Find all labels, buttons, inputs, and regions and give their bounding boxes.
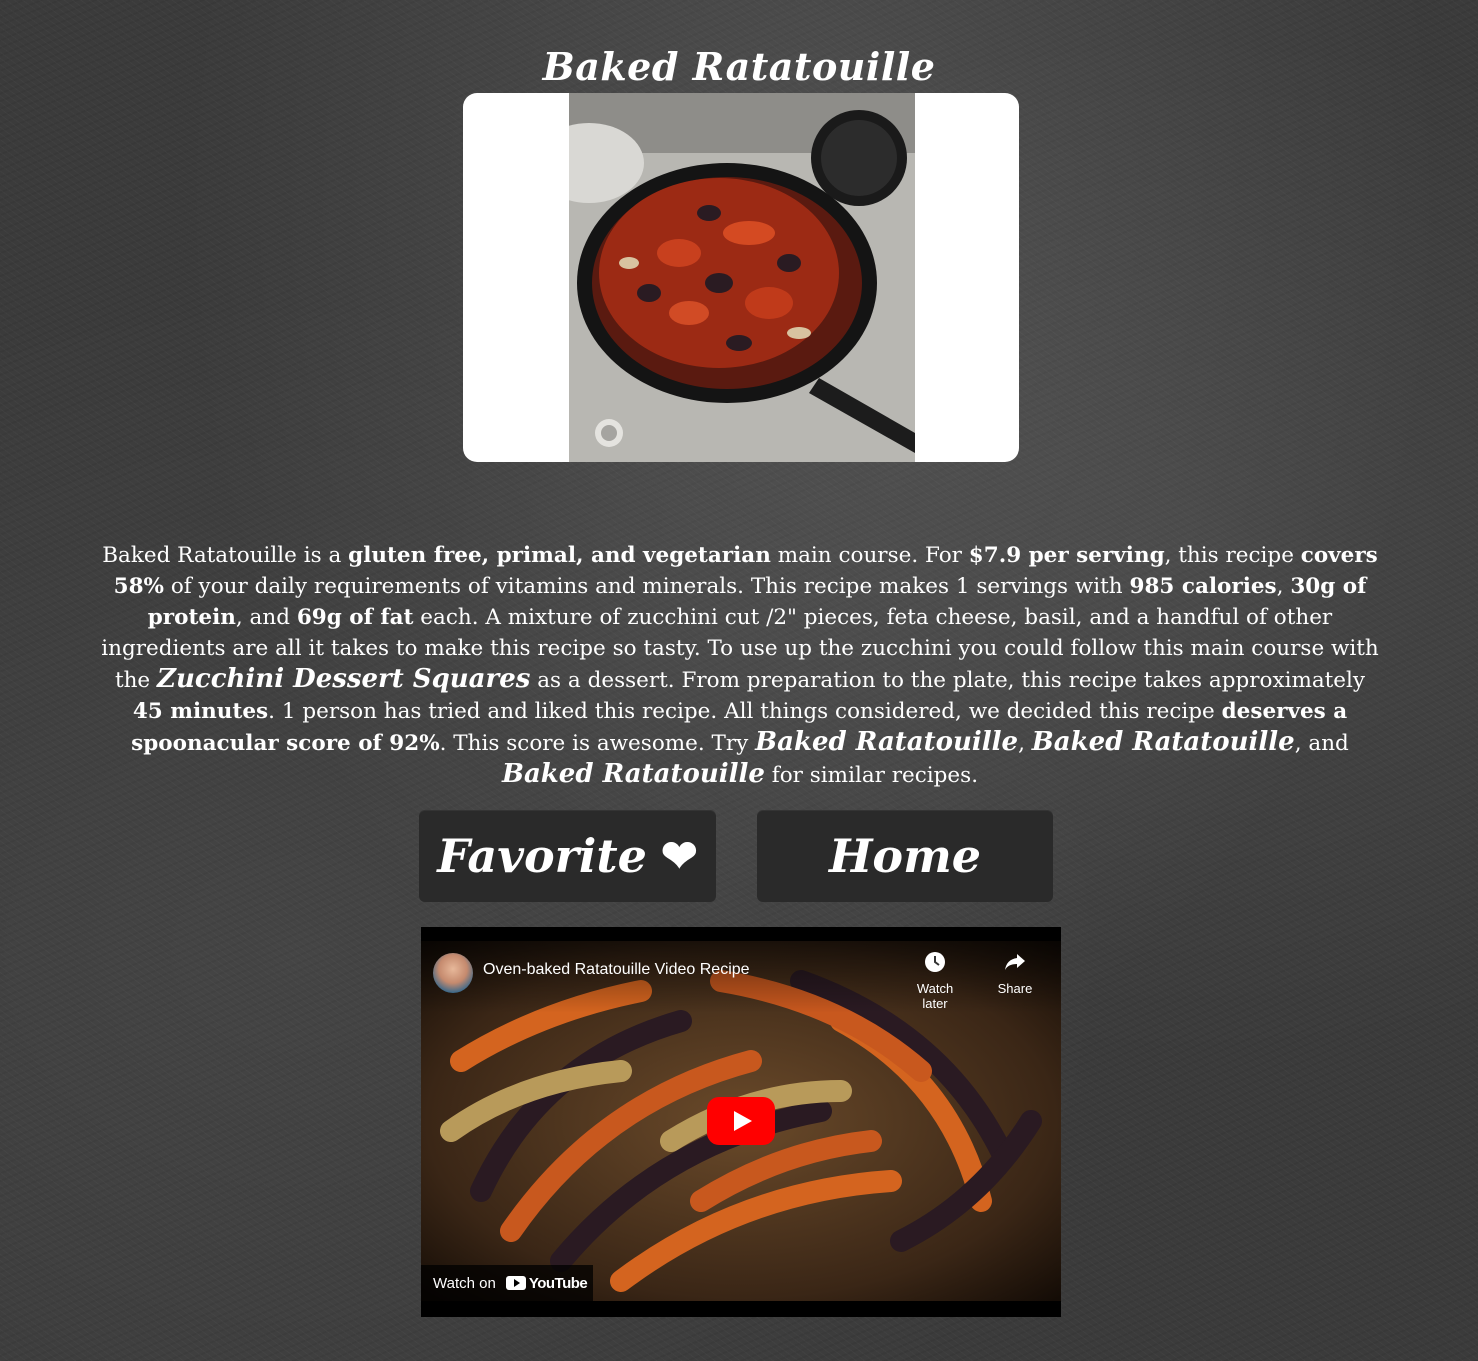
heart-icon: ❤: [660, 830, 698, 882]
summary-text: Baked Ratatouille is a: [102, 543, 349, 568]
youtube-logo: YouTube: [505, 1274, 588, 1292]
youtube-wordmark: YouTube: [528, 1274, 588, 1292]
similar-recipe-link-1[interactable]: Baked Ratatouille: [755, 727, 1018, 757]
summary-text: , and: [1294, 731, 1349, 756]
summary-fat: 69g of fat: [296, 605, 414, 630]
watch-later-button[interactable]: Watch later: [905, 949, 965, 1011]
watch-later-label: Watch later: [916, 981, 954, 1011]
video-embed[interactable]: Oven-baked Ratatouille Video Recipe Watc…: [421, 927, 1061, 1317]
summary-calories: 985 calories: [1129, 574, 1277, 599]
youtube-play-icon: [505, 1276, 526, 1290]
summary-price: $7.9 per serving: [968, 543, 1165, 568]
watch-on-youtube-link[interactable]: Watch on YouTube: [421, 1265, 593, 1301]
summary-text: for similar recipes.: [764, 763, 979, 788]
recipe-summary: Baked Ratatouille is a gluten free, prim…: [98, 540, 1382, 791]
summary-text: , this recipe: [1164, 543, 1301, 568]
home-button[interactable]: Home: [757, 810, 1053, 902]
share-label: Share: [997, 981, 1033, 996]
summary-text: ,: [1018, 731, 1032, 756]
summary-text: . This score is awesome. Try: [439, 731, 756, 756]
video-header: Oven-baked Ratatouille Video Recipe Watc…: [421, 941, 1061, 1013]
similar-recipe-link-3[interactable]: Baked Ratatouille: [502, 759, 765, 789]
summary-text: main course. For: [770, 543, 969, 568]
share-icon: [1005, 954, 1025, 970]
favorite-button[interactable]: Favorite ❤: [419, 810, 716, 902]
summary-text: , and: [235, 605, 297, 630]
recipe-photo: [569, 93, 915, 462]
summary-text: ,: [1276, 574, 1291, 599]
clock-icon: [925, 952, 945, 972]
share-button[interactable]: Share: [985, 949, 1045, 996]
video-player[interactable]: Oven-baked Ratatouille Video Recipe Watc…: [421, 941, 1061, 1301]
recipe-title: Baked Ratatouille: [542, 44, 936, 89]
favorite-label: Favorite: [437, 829, 647, 883]
home-label: Home: [828, 829, 982, 883]
summary-text: . 1 person has tried and liked this reci…: [268, 699, 1222, 724]
watch-on-label: Watch on: [433, 1274, 496, 1292]
summary-text: as a dessert. From preparation to the pl…: [530, 668, 1366, 693]
summary-text: of your daily requirements of vitamins a…: [163, 574, 1130, 599]
similar-recipe-link-2[interactable]: Baked Ratatouille: [1032, 727, 1295, 757]
channel-avatar[interactable]: [433, 953, 473, 993]
summary-time: 45 minutes: [132, 699, 269, 724]
dessert-recipe-link[interactable]: Zucchini Dessert Squares: [157, 664, 530, 694]
summary-diets: gluten free, primal, and vegetarian: [348, 543, 771, 568]
video-title[interactable]: Oven-baked Ratatouille Video Recipe: [483, 961, 750, 979]
recipe-image-frame: [463, 93, 1019, 462]
play-button[interactable]: [707, 1097, 775, 1145]
